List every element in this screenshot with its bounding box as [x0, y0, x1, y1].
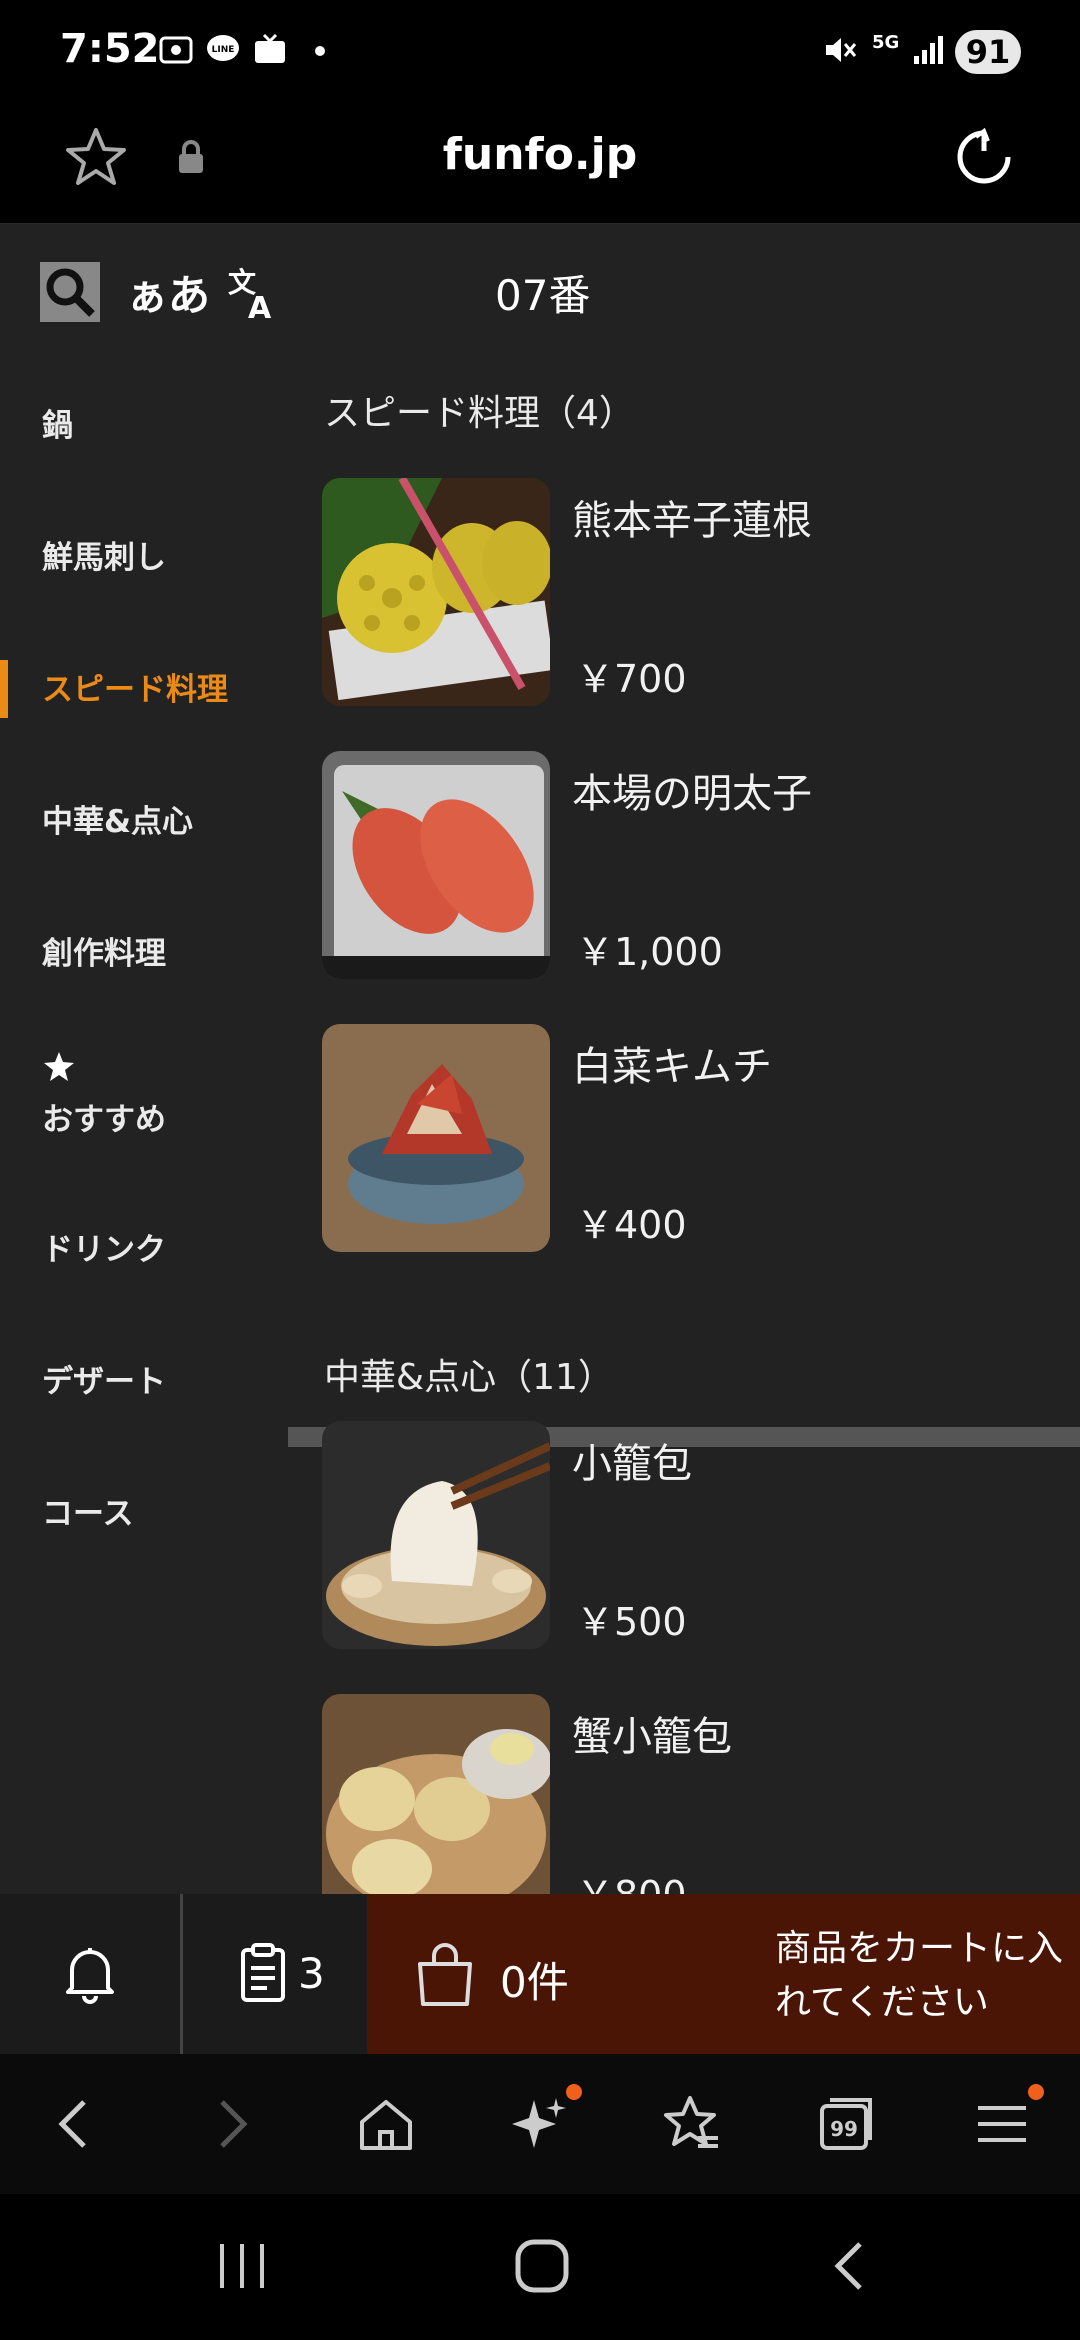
notification-dot — [566, 2084, 582, 2100]
menu-item[interactable]: 蟹小籠包 ￥800 — [322, 1694, 1062, 1894]
star-icon — [44, 1052, 74, 1081]
svg-text:LINE: LINE — [212, 45, 235, 55]
notification-dot — [1028, 2084, 1044, 2100]
translate-icon[interactable]: 文 A — [226, 262, 282, 322]
bookmarks-icon[interactable] — [662, 2094, 722, 2154]
svg-text:99: 99 — [830, 2117, 858, 2141]
app-header: ぁあ 文 A 07番 — [0, 224, 1080, 354]
menu-item[interactable]: 本場の明太子 ￥1,000 — [322, 751, 1062, 981]
item-name: 白菜キムチ — [572, 1044, 772, 1090]
network-type: 5G — [872, 32, 900, 53]
battery-indicator: 91 — [955, 30, 1021, 74]
system-navigation — [0, 2194, 1080, 2340]
notification-dot — [315, 46, 325, 56]
status-bar: 7:52 LINE 5G 91 — [0, 0, 1080, 105]
category-basashi[interactable]: 鮮馬刺し — [42, 532, 166, 577]
order-bar: 3 0件 商品をカートに入れてください — [0, 1894, 1080, 2054]
table-number: 07番 — [495, 271, 591, 320]
reload-icon[interactable] — [954, 127, 1014, 187]
item-price: ￥500 — [576, 1600, 687, 1644]
browser-address-bar: funfo.jp — [0, 105, 1080, 225]
active-category-indicator — [0, 660, 8, 718]
signal-icon — [914, 36, 943, 64]
item-name: 本場の明太子 — [572, 771, 812, 817]
category-speed[interactable]: スピード料理 — [42, 664, 228, 709]
url-text[interactable]: funfo.jp — [0, 129, 1080, 180]
menu-item[interactable]: 小籠包 ￥500 — [322, 1421, 1062, 1651]
category-nabe[interactable]: 鍋 — [42, 400, 73, 445]
call-staff-button[interactable] — [0, 1894, 183, 2054]
category-chinese[interactable]: 中華&点心 — [42, 796, 193, 841]
item-price: ￥800 — [576, 1864, 687, 1894]
category-dessert[interactable]: デザート — [42, 1356, 166, 1401]
item-name: 小籠包 — [572, 1441, 692, 1487]
home-icon[interactable] — [356, 2094, 416, 2154]
forward-icon[interactable] — [200, 2094, 260, 2154]
category-course[interactable]: コース — [42, 1488, 133, 1533]
item-price: ￥400 — [576, 1203, 687, 1247]
home-button-icon[interactable] — [512, 2236, 572, 2296]
category-drinks[interactable]: ドリンク — [42, 1224, 166, 1269]
item-image — [322, 1024, 550, 1252]
menu-item[interactable]: 白菜キムチ ￥400 — [322, 1024, 1062, 1254]
tv-icon — [255, 33, 285, 63]
category-sidebar: 鍋 鮮馬刺し スピード料理 中華&点心 創作料理 おすすめ ドリンク デザート … — [0, 354, 288, 1894]
cart-count: 0件 — [500, 1958, 569, 2007]
cart-button[interactable]: 0件 商品をカートに入れてください — [367, 1894, 1080, 2054]
svg-text:A: A — [248, 291, 272, 322]
recent-apps-icon[interactable] — [212, 2238, 272, 2294]
order-count: 3 — [298, 1949, 325, 1998]
order-history-button[interactable]: 3 — [183, 1894, 367, 2054]
category-recommended[interactable]: おすすめ — [42, 1094, 166, 1139]
section-title: スピード料理（4） — [324, 393, 635, 434]
item-name: 蟹小籠包 — [572, 1714, 732, 1760]
menu-app: ぁあ 文 A 07番 鍋 鮮馬刺し スピード料理 中華&点心 創作料理 おすすめ… — [0, 224, 1080, 1894]
item-image — [322, 478, 550, 706]
shopping-bag-icon — [418, 1943, 472, 2006]
item-image — [322, 751, 550, 979]
tabs-icon[interactable]: 99 — [816, 2094, 876, 2154]
item-name: 熊本辛子蓮根 — [572, 498, 812, 544]
item-image — [322, 1694, 550, 1894]
search-icon[interactable] — [40, 262, 100, 322]
category-creative[interactable]: 創作料理 — [42, 928, 166, 973]
menu-icon[interactable] — [972, 2094, 1032, 2154]
bell-icon — [66, 1948, 114, 2004]
menu-list: スピード料理（4） 熊本辛子蓮根 ￥700 本場の明太子 ￥1,000 白菜キム… — [288, 354, 1080, 1894]
section-title: 中華&点心（11） — [324, 1357, 614, 1398]
clipboard-icon — [241, 1943, 285, 2002]
item-price: ￥1,000 — [576, 930, 723, 974]
status-time: 7:52 — [60, 26, 160, 72]
menu-item[interactable]: 熊本辛子蓮根 ￥700 — [322, 478, 1062, 708]
item-price: ￥700 — [576, 657, 687, 701]
back-icon[interactable] — [46, 2094, 106, 2154]
item-image — [322, 1421, 550, 1649]
line-app-icon: LINE — [207, 35, 239, 61]
screenshot-icon — [159, 36, 193, 64]
browser-toolbar: 99 — [0, 2054, 1080, 2194]
system-back-icon[interactable] — [820, 2238, 880, 2294]
font-size-toggle[interactable]: ぁあ — [126, 262, 210, 323]
cart-message: 商品をカートに入れてください — [775, 1928, 1064, 2023]
mute-icon — [826, 38, 857, 62]
sparkle-icon[interactable] — [510, 2094, 570, 2154]
